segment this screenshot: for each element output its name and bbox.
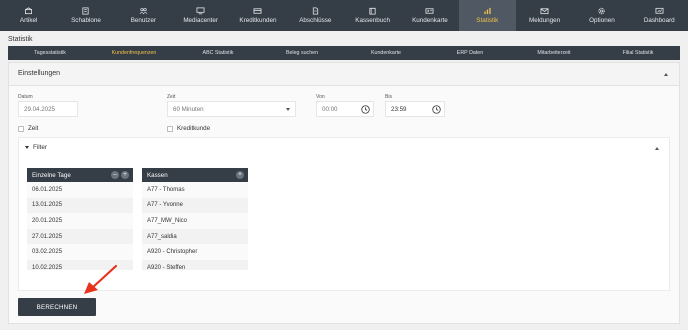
list-item[interactable]: A77 - Thomas	[142, 182, 248, 198]
zeit-checkbox[interactable]	[18, 125, 24, 132]
nav-item-label: Optionen	[589, 16, 615, 24]
chevron-down-icon	[286, 108, 290, 111]
nav-item-statistik[interactable]: Statistik	[458, 0, 516, 31]
settings-title: Einstellungen	[18, 70, 61, 77]
berechnen-button[interactable]: BERECHNEN	[18, 298, 96, 316]
clock-icon[interactable]	[361, 105, 370, 114]
list-item[interactable]: A77_saldia	[142, 228, 248, 245]
nav-item-label: Kassenbuch	[355, 16, 390, 24]
zeit-select[interactable]: 60 Minuten	[167, 101, 296, 117]
von-input[interactable]: 00:00	[316, 101, 374, 117]
zeit-checkbox-label: Zeit	[28, 125, 39, 132]
nav-item-label: Abschlüsse	[299, 16, 332, 24]
datum-value: 29.04.2025	[24, 105, 55, 113]
nav-item-label: Mediacenter	[183, 16, 218, 24]
von-label: Von	[316, 94, 325, 100]
list-item[interactable]: A920 - Christopher	[142, 244, 248, 260]
days-list: Einzelne Tage – + 06.01.2025 13.01.2025 20…	[27, 168, 133, 270]
nav-item-artikel[interactable]: Artikel	[0, 0, 57, 31]
list-item[interactable]: 03.02.2025	[27, 244, 133, 260]
nav-item-label: Meldungen	[529, 16, 561, 24]
top-navigation: Artikel Schablone Benutzer Mediacenter Kredi…	[0, 0, 688, 31]
collapse-icon[interactable]	[664, 73, 668, 76]
von-value: 00:00	[322, 105, 338, 113]
days-list-header: Einzelne Tage – +	[27, 168, 133, 182]
users-icon	[139, 8, 148, 15]
monitor-icon	[196, 7, 205, 15]
nav-item-label: Kundenkarte	[412, 16, 448, 24]
tab-kundenkarte[interactable]: Kundenkarte	[344, 46, 428, 60]
nav-item-abschlüsse[interactable]: Abschlüsse	[287, 0, 344, 31]
nav-item-benutzer[interactable]: Benutzer	[115, 0, 172, 31]
list-item[interactable]: 06.01.2025	[27, 182, 133, 198]
tab-filial-statistik[interactable]: Filial Statistik	[596, 46, 680, 60]
nav-item-label: Statistik	[476, 16, 499, 24]
expand-icon	[25, 146, 29, 149]
nav-item-kundenkarte[interactable]: Kundenkarte	[401, 0, 458, 31]
book-icon	[368, 7, 377, 15]
chart-icon	[483, 7, 492, 15]
zeit-checkbox-row[interactable]: Zeit	[18, 125, 38, 132]
list-item[interactable]: 13.01.2025	[27, 197, 133, 214]
nav-item-label: Benutzer	[130, 16, 156, 24]
nav-item-kreditkunden[interactable]: Kreditkunden	[229, 0, 286, 31]
kreditkunde-checkbox-row[interactable]: Kreditkunde	[167, 125, 210, 132]
collapse-icon[interactable]	[655, 147, 659, 150]
dashboard-icon	[655, 7, 664, 15]
bis-label: Bis	[385, 94, 392, 100]
kassen-list: Kassen + A77 - Thomas A77 - Yvonne A77_MW_…	[142, 168, 248, 270]
nav-item-dashboard[interactable]: Dashboard	[631, 0, 688, 31]
id-card-icon	[425, 8, 434, 15]
bis-value: 23:59	[391, 105, 407, 113]
remove-icon[interactable]: –	[111, 171, 119, 179]
nav-item-schablone[interactable]: Schablone	[57, 0, 114, 31]
tab-mitarbeiterzeit[interactable]: Mitarbeiterzeit	[512, 46, 596, 60]
gear-icon	[597, 7, 606, 15]
mail-icon	[540, 8, 549, 15]
bis-input[interactable]: 23:59	[385, 101, 445, 117]
datum-input[interactable]: 29.04.2025	[18, 101, 78, 117]
nav-item-kassenbuch[interactable]: Kassenbuch	[344, 0, 401, 31]
days-list-title: Einzelne Tage	[32, 171, 71, 179]
annotation-arrow	[84, 264, 118, 294]
nav-item-label: Dashboard	[643, 16, 675, 24]
statistics-subnav: Tagesstatistik Kundenfrequenzen ABC Statis…	[8, 46, 680, 60]
tab-beleg-suchen[interactable]: Beleg suchen	[260, 46, 344, 60]
datum-label: Datum	[18, 94, 33, 100]
list-item[interactable]: A77 - Yvonne	[142, 197, 248, 214]
nav-item-label: Schablone	[71, 16, 101, 24]
page-title: Statistik	[8, 36, 33, 43]
filter-title: Filter	[33, 144, 47, 151]
add-icon[interactable]: +	[236, 171, 244, 179]
tab-tagesstatistik[interactable]: Tagesstatistik	[8, 46, 92, 60]
zeit-label: Zeit	[167, 94, 176, 100]
tab-kundenfrequenzen[interactable]: Kundenfrequenzen	[92, 46, 176, 60]
kassen-list-header: Kassen +	[142, 168, 248, 182]
nav-item-mediacenter[interactable]: Mediacenter	[172, 0, 229, 31]
tab-erp-daten[interactable]: ERP Daten	[428, 46, 512, 60]
card-icon	[253, 8, 262, 15]
nav-item-meldungen[interactable]: Meldungen	[516, 0, 573, 31]
filter-header[interactable]: Filter	[19, 138, 669, 158]
kreditkunde-checkbox-label: Kreditkunde	[177, 125, 211, 132]
settings-panel-header[interactable]: Einstellungen	[9, 63, 679, 86]
nav-item-label: Artikel	[19, 16, 38, 24]
list-item[interactable]: A77_MW_Nico	[142, 213, 248, 229]
list-item[interactable]: A920 - Steffen	[142, 259, 248, 270]
nav-item-label: Kreditkunden	[239, 16, 277, 24]
kreditkunde-checkbox[interactable]	[167, 125, 173, 132]
kassen-list-title: Kassen	[147, 171, 168, 179]
zeit-value: 60 Minuten	[173, 105, 204, 113]
template-icon	[81, 7, 90, 15]
box-icon	[24, 7, 33, 15]
list-item[interactable]: 27.01.2025	[27, 228, 133, 245]
clock-icon[interactable]	[432, 105, 441, 114]
nav-item-optionen[interactable]: Optionen	[573, 0, 630, 31]
list-item[interactable]: 20.01.2025	[27, 213, 133, 229]
document-icon	[311, 7, 320, 15]
add-icon[interactable]: +	[121, 171, 129, 179]
tab-abc-statistik[interactable]: ABC Statistik	[176, 46, 260, 60]
